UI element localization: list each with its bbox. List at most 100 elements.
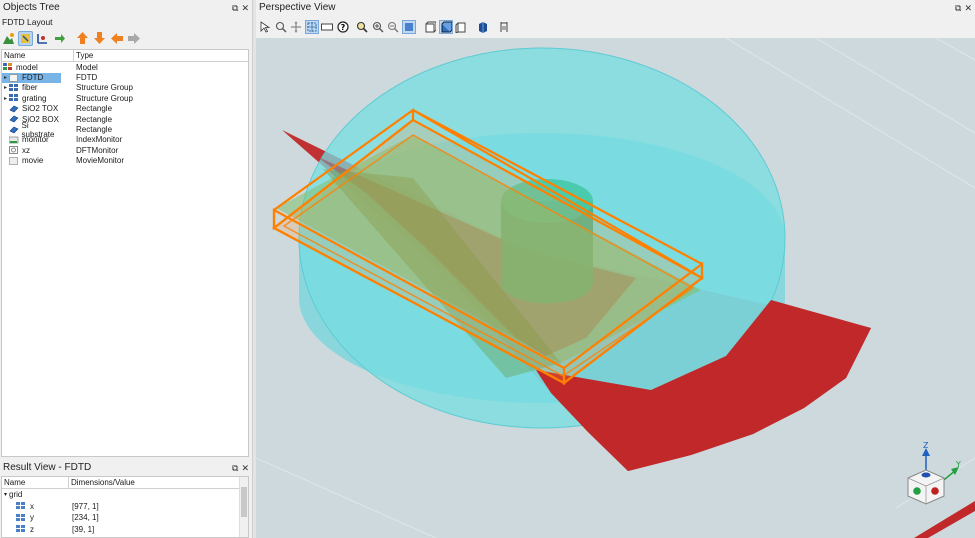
rotate-icon[interactable] <box>304 20 319 34</box>
tree-row-type: Model <box>76 62 98 72</box>
solid-view-icon[interactable] <box>476 20 490 34</box>
ruler-icon[interactable] <box>320 20 334 34</box>
matrix-icon <box>16 525 25 533</box>
axis-label-z: Z <box>923 441 929 450</box>
substrate-edge <box>914 501 975 538</box>
expand-arrow-icon[interactable]: ▸ <box>2 84 9 91</box>
result-scrollbar[interactable] <box>239 477 248 537</box>
tree-row-type: Structure Group <box>76 93 133 103</box>
axis-gizmo[interactable]: Z Y <box>907 441 961 505</box>
group-icon <box>9 94 19 102</box>
movie-monitor-icon <box>9 156 19 165</box>
tree-row-name-cell[interactable]: xz <box>2 145 61 155</box>
tree-row-grating[interactable]: ▸ grating Structure Group <box>2 93 248 103</box>
tree-row-name-cell[interactable]: Si substrate <box>2 121 61 139</box>
matrix-icon <box>16 502 25 510</box>
expand-arrow-icon[interactable]: ▾ <box>4 491 7 498</box>
zoom-out-icon[interactable] <box>386 20 400 34</box>
view-perspective-icon[interactable] <box>438 20 453 34</box>
zoom-in-icon[interactable] <box>371 20 385 34</box>
close-icon[interactable]: ✕ <box>241 3 249 13</box>
dft-monitor-icon <box>9 146 19 155</box>
select-tool-icon[interactable] <box>18 30 33 46</box>
close-icon[interactable]: ✕ <box>964 3 972 13</box>
tree-row-type: Rectangle <box>76 114 113 124</box>
tree-row-name-cell[interactable]: ▸ fiber <box>2 83 61 93</box>
result-view-panel: Result View - FDTD ⧉ ✕ Name Dimensions/Va… <box>0 460 252 538</box>
result-group-row[interactable]: ▾ grid <box>2 489 248 501</box>
tree-row-name-cell[interactable]: model <box>2 62 61 72</box>
move-left-icon[interactable] <box>109 31 124 46</box>
result-table: Name Dimensions/Value ▾ grid x [977, 1] y [… <box>1 476 249 538</box>
zoom-region-icon[interactable] <box>274 20 288 34</box>
result-row-z[interactable]: z [39, 1] <box>2 524 248 536</box>
view-toolbar: ? <box>258 17 513 37</box>
tree-row-fdtd[interactable]: ▸ FDTD FDTD <box>2 72 248 83</box>
expand-arrow-icon[interactable]: ▸ <box>2 95 9 102</box>
tree-row-name-cell[interactable]: movie <box>2 156 61 166</box>
green-arrow-icon[interactable] <box>52 31 67 46</box>
tree-row-name-cell[interactable]: monitor <box>2 135 61 145</box>
column-header-type[interactable]: Type <box>74 50 93 61</box>
objects-tree-toolbar <box>1 29 249 47</box>
expand-arrow-icon[interactable]: ▸ <box>2 74 9 81</box>
tree-row-type: MovieMonitor <box>76 156 125 166</box>
result-row-name: x <box>30 501 34 511</box>
tree-row-name-cell[interactable]: ▸ grating <box>2 93 61 103</box>
axis-tool-icon[interactable] <box>35 31 50 46</box>
scrollbar-thumb[interactable] <box>241 487 247 517</box>
tree-row-type: DFTMonitor <box>76 145 119 155</box>
float-icon[interactable]: ⧉ <box>232 3 238 13</box>
perspective-view-title: Perspective View <box>259 2 336 13</box>
close-icon[interactable]: ✕ <box>241 463 249 473</box>
column-header-name[interactable]: Name <box>2 50 74 61</box>
tree-row-monitor[interactable]: monitor IndexMonitor <box>2 135 248 145</box>
tree-row-label: SiO2 TOX <box>22 104 59 114</box>
move-down-icon[interactable] <box>92 31 107 46</box>
cut-plane-icon[interactable] <box>497 20 511 34</box>
result-row-y[interactable]: y [234, 1] <box>2 512 248 524</box>
objects-tree-title: Objects Tree <box>3 2 60 13</box>
view-front-icon[interactable] <box>423 20 437 34</box>
objects-tree-table: Name Type model Model ▸ FDTD FDTD ▸ fiber Struc… <box>1 49 249 457</box>
float-icon[interactable]: ⧉ <box>955 3 961 13</box>
result-row-name: y <box>30 513 34 523</box>
tree-row-movie[interactable]: movie MovieMonitor <box>2 156 248 166</box>
pointer-icon[interactable] <box>258 20 272 34</box>
tree-row-name-cell[interactable]: SiO2 TOX <box>2 104 61 114</box>
objects-tree-panel: Objects Tree ⧉ ✕ FDTD Layout Name Type m… <box>0 0 252 458</box>
zoom-extent-icon[interactable] <box>355 20 369 34</box>
result-row-value: [39, 1] <box>72 524 95 534</box>
tree-row-type: Rectangle <box>76 104 113 114</box>
tree-row-label: grating <box>22 93 47 103</box>
pan-icon[interactable] <box>289 20 303 34</box>
result-row-value: [977, 1] <box>72 501 99 511</box>
tree-row-type: IndexMonitor <box>76 135 123 145</box>
result-row-x[interactable]: x [977, 1] <box>2 501 248 513</box>
left-column: Objects Tree ⧉ ✕ FDTD Layout Name Type m… <box>0 0 252 538</box>
move-right-icon[interactable] <box>126 31 141 46</box>
tree-row-label: monitor <box>22 135 49 145</box>
result-table-header: Name Dimensions/Value <box>2 477 248 489</box>
tree-row-name-cell[interactable]: ▸ FDTD <box>2 72 61 83</box>
scene-drawing: Z Y <box>256 38 975 538</box>
column-header-dimensions[interactable]: Dimensions/Value <box>69 477 135 488</box>
tree-row-type: FDTD <box>76 73 98 83</box>
mountain-view-icon[interactable] <box>1 31 16 46</box>
tree-row-fiber[interactable]: ▸ fiber Structure Group <box>2 83 248 93</box>
tree-row-sio2-tox[interactable]: SiO2 TOX Rectangle <box>2 104 248 114</box>
float-icon[interactable]: ⧉ <box>232 463 238 473</box>
help-icon[interactable]: ? <box>336 20 350 34</box>
column-header-name[interactable]: Name <box>2 477 69 488</box>
matrix-icon <box>16 513 25 522</box>
tree-row-si-substrate[interactable]: Si substrate Rectangle <box>2 121 248 139</box>
tree-row-xz[interactable]: xz DFTMonitor <box>2 145 248 155</box>
3d-viewport[interactable]: Z Y <box>256 38 975 538</box>
zoom-window-icon[interactable] <box>401 20 416 34</box>
tree-row-label: model <box>16 62 38 72</box>
tree-row-model[interactable]: model Model <box>2 62 248 72</box>
result-view-title: Result View - FDTD <box>3 462 92 473</box>
move-up-icon[interactable] <box>75 31 90 46</box>
view-side-icon[interactable] <box>454 20 468 34</box>
result-row-value: [234, 1] <box>72 513 99 523</box>
